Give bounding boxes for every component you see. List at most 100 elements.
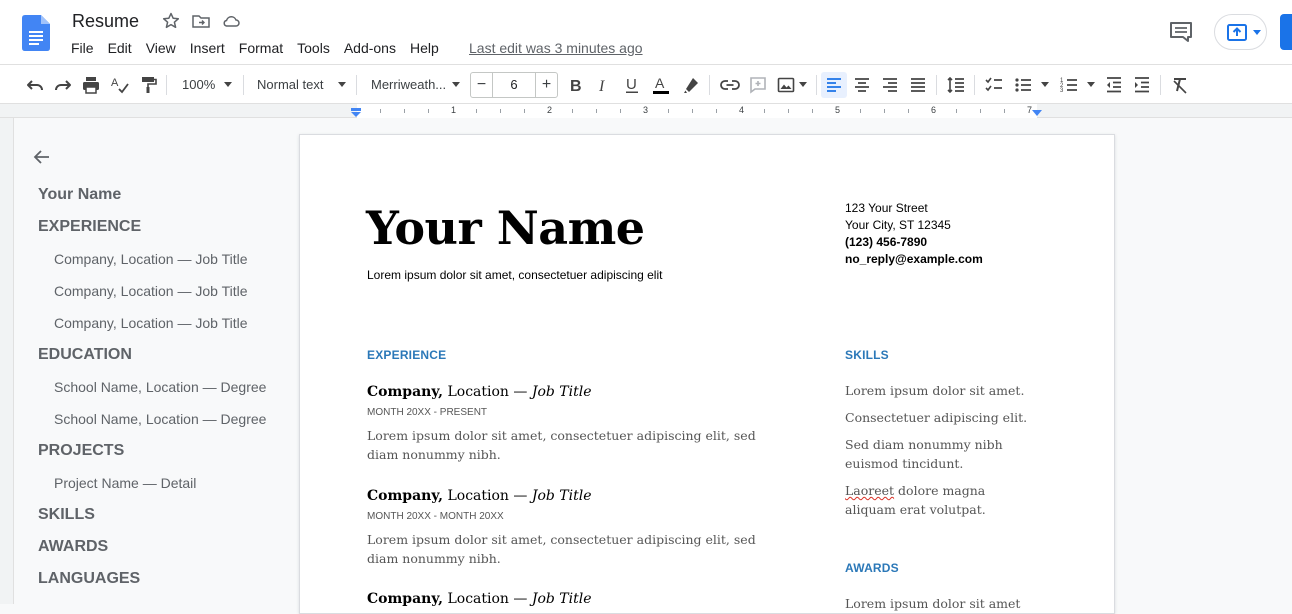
clear-formatting-icon[interactable] — [1170, 75, 1190, 95]
font-caret-icon[interactable] — [452, 82, 460, 87]
share-button[interactable] — [1280, 14, 1292, 50]
docs-logo-icon[interactable] — [22, 15, 50, 51]
numbering-caret-icon[interactable] — [1087, 82, 1095, 87]
highlight-color-icon[interactable] — [681, 75, 701, 95]
job-location: Location — — [443, 488, 532, 504]
line-spacing-icon[interactable] — [946, 75, 966, 95]
experience-heading[interactable]: EXPERIENCE — [367, 348, 446, 362]
justify-icon[interactable] — [908, 75, 928, 95]
outline-item-your-name[interactable]: Your Name — [38, 186, 121, 204]
decrease-indent-icon[interactable] — [1104, 75, 1124, 95]
outline-item-skills[interactable]: SKILLS — [38, 506, 95, 524]
underline-icon[interactable]: U — [622, 75, 642, 95]
menu-file[interactable]: File — [71, 40, 94, 56]
paragraph-style-select[interactable]: Normal text — [257, 78, 323, 92]
add-comment-icon[interactable] — [748, 75, 768, 95]
star-icon[interactable] — [161, 11, 181, 31]
document-title[interactable]: Resume — [72, 11, 139, 32]
contact-city[interactable]: Your City, ST 12345 — [845, 218, 951, 232]
job-title-line[interactable]: Company, Location — Job Title — [367, 591, 592, 607]
skill-item[interactable]: Lorem ipsum dolor sit amet. — [845, 381, 1035, 400]
skill-item[interactable]: Laoreet dolore magna aliquam erat volutp… — [845, 481, 995, 519]
outline-item-awards[interactable]: AWARDS — [38, 538, 108, 556]
svg-text:B: B — [570, 78, 582, 95]
awards-heading[interactable]: AWARDS — [845, 561, 899, 575]
italic-icon[interactable]: I — [594, 75, 614, 95]
ruler-label: 2 — [547, 105, 553, 115]
outline-item-education[interactable]: EDUCATION — [38, 346, 132, 364]
redo-icon[interactable] — [53, 75, 73, 95]
undo-icon[interactable] — [25, 75, 45, 95]
svg-text:A: A — [111, 77, 119, 89]
zoom-select[interactable]: 100% — [182, 78, 215, 92]
print-icon[interactable] — [81, 75, 101, 95]
job-role: Job Title — [531, 384, 592, 400]
skills-heading[interactable]: SKILLS — [845, 348, 889, 362]
cloud-saved-icon[interactable] — [221, 11, 241, 31]
increase-font-size-button[interactable]: + — [535, 73, 557, 97]
font-select[interactable]: Merriweath... — [371, 78, 446, 92]
svg-text:U: U — [626, 76, 637, 93]
text-color-icon[interactable]: A — [651, 75, 671, 95]
menu-addons[interactable]: Add-ons — [344, 40, 396, 56]
outline-item-projects[interactable]: PROJECTS — [38, 442, 124, 460]
image-caret-icon[interactable] — [799, 82, 807, 87]
spellcheck-icon[interactable]: A — [110, 75, 130, 95]
bullets-caret-icon[interactable] — [1041, 82, 1049, 87]
decrease-font-size-button[interactable]: − — [471, 73, 493, 97]
menu-tools[interactable]: Tools — [297, 40, 330, 56]
bold-icon[interactable]: B — [566, 75, 586, 95]
job-dates[interactable]: MONTH 20XX - MONTH 20XX — [367, 511, 504, 522]
font-size-input[interactable]: 6 — [493, 73, 535, 97]
ruler-label: 1 — [451, 105, 457, 115]
align-center-icon[interactable] — [852, 75, 872, 95]
move-to-folder-icon[interactable] — [191, 11, 211, 31]
outline-item-job[interactable]: Company, Location — Job Title — [54, 283, 248, 299]
zoom-caret-icon[interactable] — [224, 82, 232, 87]
paint-format-icon[interactable] — [138, 75, 158, 95]
outline-item-job[interactable]: Company, Location — Job Title — [54, 315, 248, 331]
bulleted-list-icon[interactable] — [1013, 75, 1033, 95]
align-right-icon[interactable] — [880, 75, 900, 95]
insert-image-icon[interactable] — [776, 75, 796, 95]
resume-tagline[interactable]: Lorem ipsum dolor sit amet, consectetuer… — [367, 268, 662, 282]
align-left-button[interactable] — [821, 72, 847, 98]
numbered-list-icon[interactable]: 1 2 3 — [1059, 75, 1079, 95]
outline-item-job[interactable]: Company, Location — Job Title — [54, 251, 248, 267]
checklist-icon[interactable] — [984, 75, 1004, 95]
job-title-line[interactable]: Company, Location — Job Title — [367, 384, 592, 400]
job-description[interactable]: Lorem ipsum dolor sit amet, consectetuer… — [367, 426, 787, 464]
increase-indent-icon[interactable] — [1132, 75, 1152, 95]
close-outline-arrow-icon[interactable] — [33, 148, 51, 166]
job-dates[interactable]: MONTH 20XX - PRESENT — [367, 407, 487, 418]
right-indent-marker-icon[interactable] — [1031, 109, 1043, 117]
left-indent-marker-icon[interactable] — [350, 108, 362, 118]
contact-street[interactable]: 123 Your Street — [845, 201, 928, 215]
comment-history-icon[interactable] — [1168, 20, 1194, 44]
skill-item[interactable]: Sed diam nonummy nibh euismod tincidunt. — [845, 435, 1015, 473]
skill-item[interactable]: Consectetuer adipiscing elit. — [845, 408, 1035, 427]
job-description[interactable]: Lorem ipsum dolor sit amet, consectetuer… — [367, 530, 787, 568]
outline-item-languages[interactable]: LANGUAGES — [38, 570, 140, 588]
menu-format[interactable]: Format — [239, 40, 283, 56]
last-edit-link[interactable]: Last edit was 3 minutes ago — [469, 40, 643, 56]
outline-item-school[interactable]: School Name, Location — Degree — [54, 411, 266, 427]
present-button[interactable] — [1214, 14, 1267, 50]
menu-edit[interactable]: Edit — [108, 40, 132, 56]
title-bar: Resume File Edit View Insert Format Tool… — [0, 0, 1292, 64]
outline-item-experience[interactable]: EXPERIENCE — [38, 218, 141, 236]
document-page[interactable]: Your Name Lorem ipsum dolor sit amet, co… — [299, 134, 1115, 614]
resume-name-heading[interactable]: Your Name — [366, 201, 645, 255]
menu-insert[interactable]: Insert — [190, 40, 225, 56]
contact-phone[interactable]: (123) 456-7890 — [845, 235, 927, 249]
misspelled-word[interactable]: Laoreet — [845, 483, 894, 498]
job-role: Job Title — [531, 591, 592, 607]
menu-help[interactable]: Help — [410, 40, 439, 56]
style-caret-icon[interactable] — [338, 82, 346, 87]
menu-view[interactable]: View — [146, 40, 176, 56]
insert-link-icon[interactable] — [720, 75, 740, 95]
job-title-line[interactable]: Company, Location — Job Title — [367, 488, 592, 504]
outline-item-school[interactable]: School Name, Location — Degree — [54, 379, 266, 395]
outline-item-project[interactable]: Project Name — Detail — [54, 475, 196, 491]
contact-email[interactable]: no_reply@example.com — [845, 252, 983, 266]
